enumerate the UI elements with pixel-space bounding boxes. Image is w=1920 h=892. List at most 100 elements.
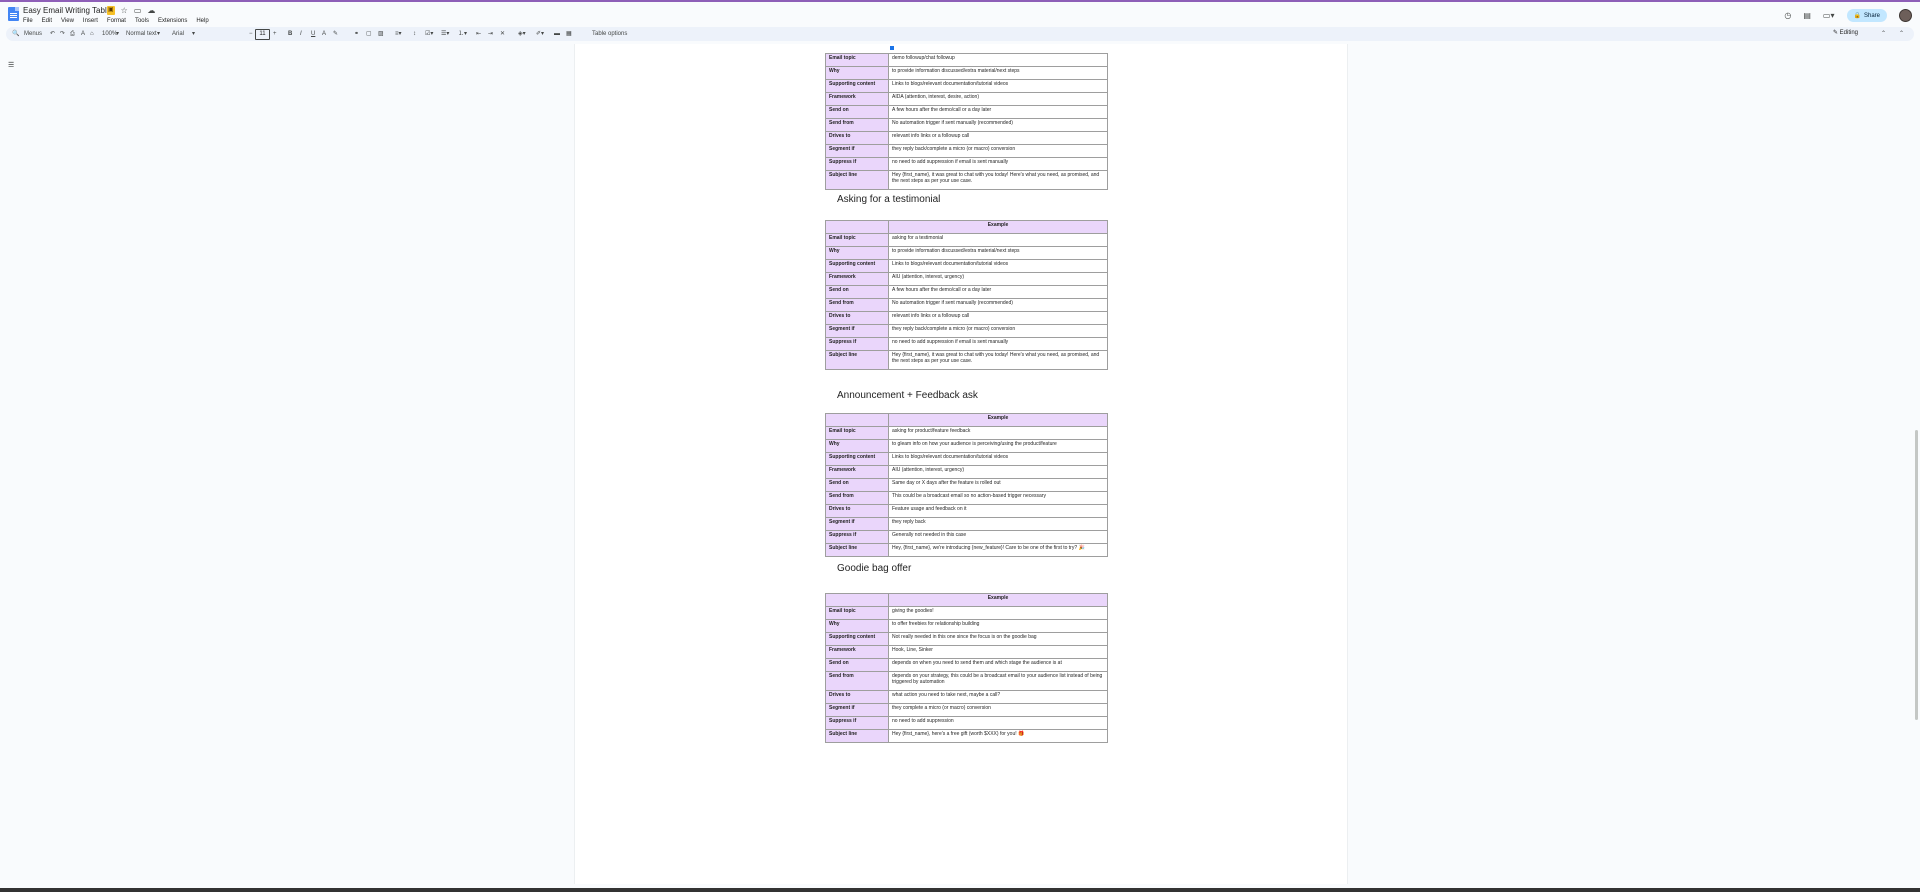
border-width-icon[interactable]: ✐▾ [536, 29, 544, 39]
decrease-font-icon[interactable]: − [249, 29, 253, 39]
row-label-framework[interactable]: Framework [825, 92, 889, 106]
row-value[interactable]: Hey {first_name}, it was great to chat w… [888, 170, 1108, 190]
row-value[interactable]: Hey, {first_name}, we're introducing {ne… [888, 543, 1108, 557]
menu-help[interactable]: Help [196, 18, 208, 24]
row-label-email-topic[interactable]: Email topic [825, 606, 889, 620]
editing-mode-button[interactable]: ✎ Editing [1833, 29, 1858, 36]
row-value[interactable]: Feature usage and feedback on it [888, 504, 1108, 518]
row-label-suppress-if[interactable]: Suppress if [825, 530, 889, 544]
row-label-send-from[interactable]: Send from [825, 118, 889, 132]
collapse-toolbar-icon[interactable]: ⌃ [1899, 29, 1904, 39]
menu-tools[interactable]: Tools [135, 18, 149, 24]
menu-view[interactable]: View [61, 18, 74, 24]
header-blank-cell[interactable] [825, 220, 889, 234]
row-value[interactable]: A few hours after the demo/call or a day… [888, 285, 1108, 299]
docs-logo-icon[interactable] [8, 7, 19, 21]
table-cursor-handle[interactable] [890, 46, 894, 50]
row-value[interactable]: AIU (attention, interest, urgency) [888, 272, 1108, 286]
print-icon[interactable]: ⎙ [70, 29, 75, 39]
search-icon[interactable]: 🔍 [12, 29, 19, 39]
row-value[interactable]: relevant info links or a followup call [888, 131, 1108, 145]
row-label-email-topic[interactable]: Email topic [825, 53, 889, 67]
font-select[interactable]: Arial [172, 29, 184, 39]
toolbar-chevron-icon[interactable]: ⌃ [1881, 29, 1886, 39]
section-heading-announcement[interactable]: Announcement + Feedback ask [837, 390, 978, 401]
row-label-why[interactable]: Why [825, 619, 889, 633]
row-value[interactable]: Hey {first_name}, here's a free gift (wo… [888, 729, 1108, 743]
section-heading-goodie-bag[interactable]: Goodie bag offer [837, 563, 911, 574]
header-example[interactable]: Example [888, 593, 1108, 607]
row-label-drives-to[interactable]: Drives to [825, 131, 889, 145]
row-label-drives-to[interactable]: Drives to [825, 311, 889, 325]
row-label-subject-line[interactable]: Subject line [825, 543, 889, 557]
row-label-subject-line[interactable]: Subject line [825, 350, 889, 370]
cloud-status-icon[interactable]: ☁ [147, 6, 155, 15]
row-value[interactable]: they reply back [888, 517, 1108, 531]
move-folder-icon[interactable]: ▭ [134, 6, 142, 15]
row-label-supporting-content[interactable]: Supporting content [825, 79, 889, 93]
row-value[interactable]: Same day or X days after the feature is … [888, 478, 1108, 492]
header-blank-cell[interactable] [825, 593, 889, 607]
row-value[interactable]: depends on when you need to send them an… [888, 658, 1108, 672]
menu-extensions[interactable]: Extensions [158, 18, 187, 24]
font-size-input[interactable]: 11 [255, 29, 270, 40]
redo-icon[interactable]: ↷ [60, 29, 65, 39]
row-label-segment-if[interactable]: Segment if [825, 703, 889, 717]
row-label-send-on[interactable]: Send on [825, 285, 889, 299]
row-label-send-on[interactable]: Send on [825, 105, 889, 119]
row-label-send-on[interactable]: Send on [825, 658, 889, 672]
row-value[interactable]: No automation trigger if sent manually (… [888, 298, 1108, 312]
row-label-framework[interactable]: Framework [825, 645, 889, 659]
row-value[interactable]: they reply back/complete a micro (or mac… [888, 144, 1108, 158]
document-outline-icon[interactable]: ☰ [8, 61, 14, 69]
comment-icon[interactable]: ▢ [366, 29, 372, 39]
text-color-icon[interactable]: A [322, 29, 326, 39]
row-label-why[interactable]: Why [825, 439, 889, 453]
row-label-segment-if[interactable]: Segment if [825, 144, 889, 158]
row-value[interactable]: relevant info links or a followup call [888, 311, 1108, 325]
row-value[interactable]: depends on your strategy, this could be … [888, 671, 1108, 691]
row-value[interactable]: what action you need to take next, maybe… [888, 690, 1108, 704]
row-value[interactable]: no need to add suppression if email is s… [888, 157, 1108, 171]
border-style-icon[interactable]: ▬ [554, 29, 560, 39]
row-label-suppress-if[interactable]: Suppress if [825, 337, 889, 351]
row-label-send-from[interactable]: Send from [825, 298, 889, 312]
border-color-icon[interactable]: ◈▾ [518, 29, 526, 39]
row-label-segment-if[interactable]: Segment if [825, 324, 889, 338]
row-value[interactable]: Links to blogs/relevant documentation/tu… [888, 259, 1108, 273]
increase-indent-icon[interactable]: ⇥ [488, 29, 493, 39]
menu-file[interactable]: File [23, 18, 33, 24]
table-options-button[interactable]: Table options [592, 29, 627, 39]
row-label-supporting-content[interactable]: Supporting content [825, 259, 889, 273]
row-value[interactable]: demo followup/chat followup [888, 53, 1108, 67]
row-value[interactable]: Hey {first_name}, it was great to chat w… [888, 350, 1108, 370]
row-value[interactable]: they complete a micro (or macro) convers… [888, 703, 1108, 717]
row-value[interactable]: no need to add suppression if email is s… [888, 337, 1108, 351]
row-label-subject-line[interactable]: Subject line [825, 170, 889, 190]
image-icon[interactable]: ▨ [378, 29, 384, 39]
italic-icon[interactable]: I [300, 29, 302, 39]
decrease-indent-icon[interactable]: ⇤ [476, 29, 481, 39]
link-icon[interactable]: ⚭ [354, 29, 359, 39]
row-label-why[interactable]: Why [825, 66, 889, 80]
row-value[interactable]: they reply back/complete a micro (or mac… [888, 324, 1108, 338]
row-label-drives-to[interactable]: Drives to [825, 690, 889, 704]
row-label-send-on[interactable]: Send on [825, 478, 889, 492]
increase-font-icon[interactable]: + [273, 29, 277, 39]
paint-format-icon[interactable]: ⌂ [90, 29, 94, 39]
row-value[interactable]: No automation trigger if sent manually (… [888, 118, 1108, 132]
cell-options-icon[interactable]: ▦ [566, 29, 572, 39]
row-label-subject-line[interactable]: Subject line [825, 729, 889, 743]
row-value[interactable]: AIDA (attention, interest, desire, actio… [888, 92, 1108, 106]
row-value[interactable]: Generally not needed in this case [888, 530, 1108, 544]
row-label-send-from[interactable]: Send from [825, 671, 889, 691]
row-value[interactable]: asking for product/feature feedback [888, 426, 1108, 440]
checklist-icon[interactable]: ☑▾ [425, 29, 433, 39]
folder-emoji-icon[interactable]: ▣ [107, 6, 115, 15]
line-spacing-icon[interactable]: ↕ [413, 29, 416, 39]
highlight-icon[interactable]: ✎ [333, 29, 338, 39]
align-icon[interactable]: ≡▾ [395, 29, 402, 39]
menu-insert[interactable]: Insert [83, 18, 98, 24]
row-value[interactable]: to provide information discussed/extra m… [888, 66, 1108, 80]
row-value[interactable]: giving the goodies! [888, 606, 1108, 620]
